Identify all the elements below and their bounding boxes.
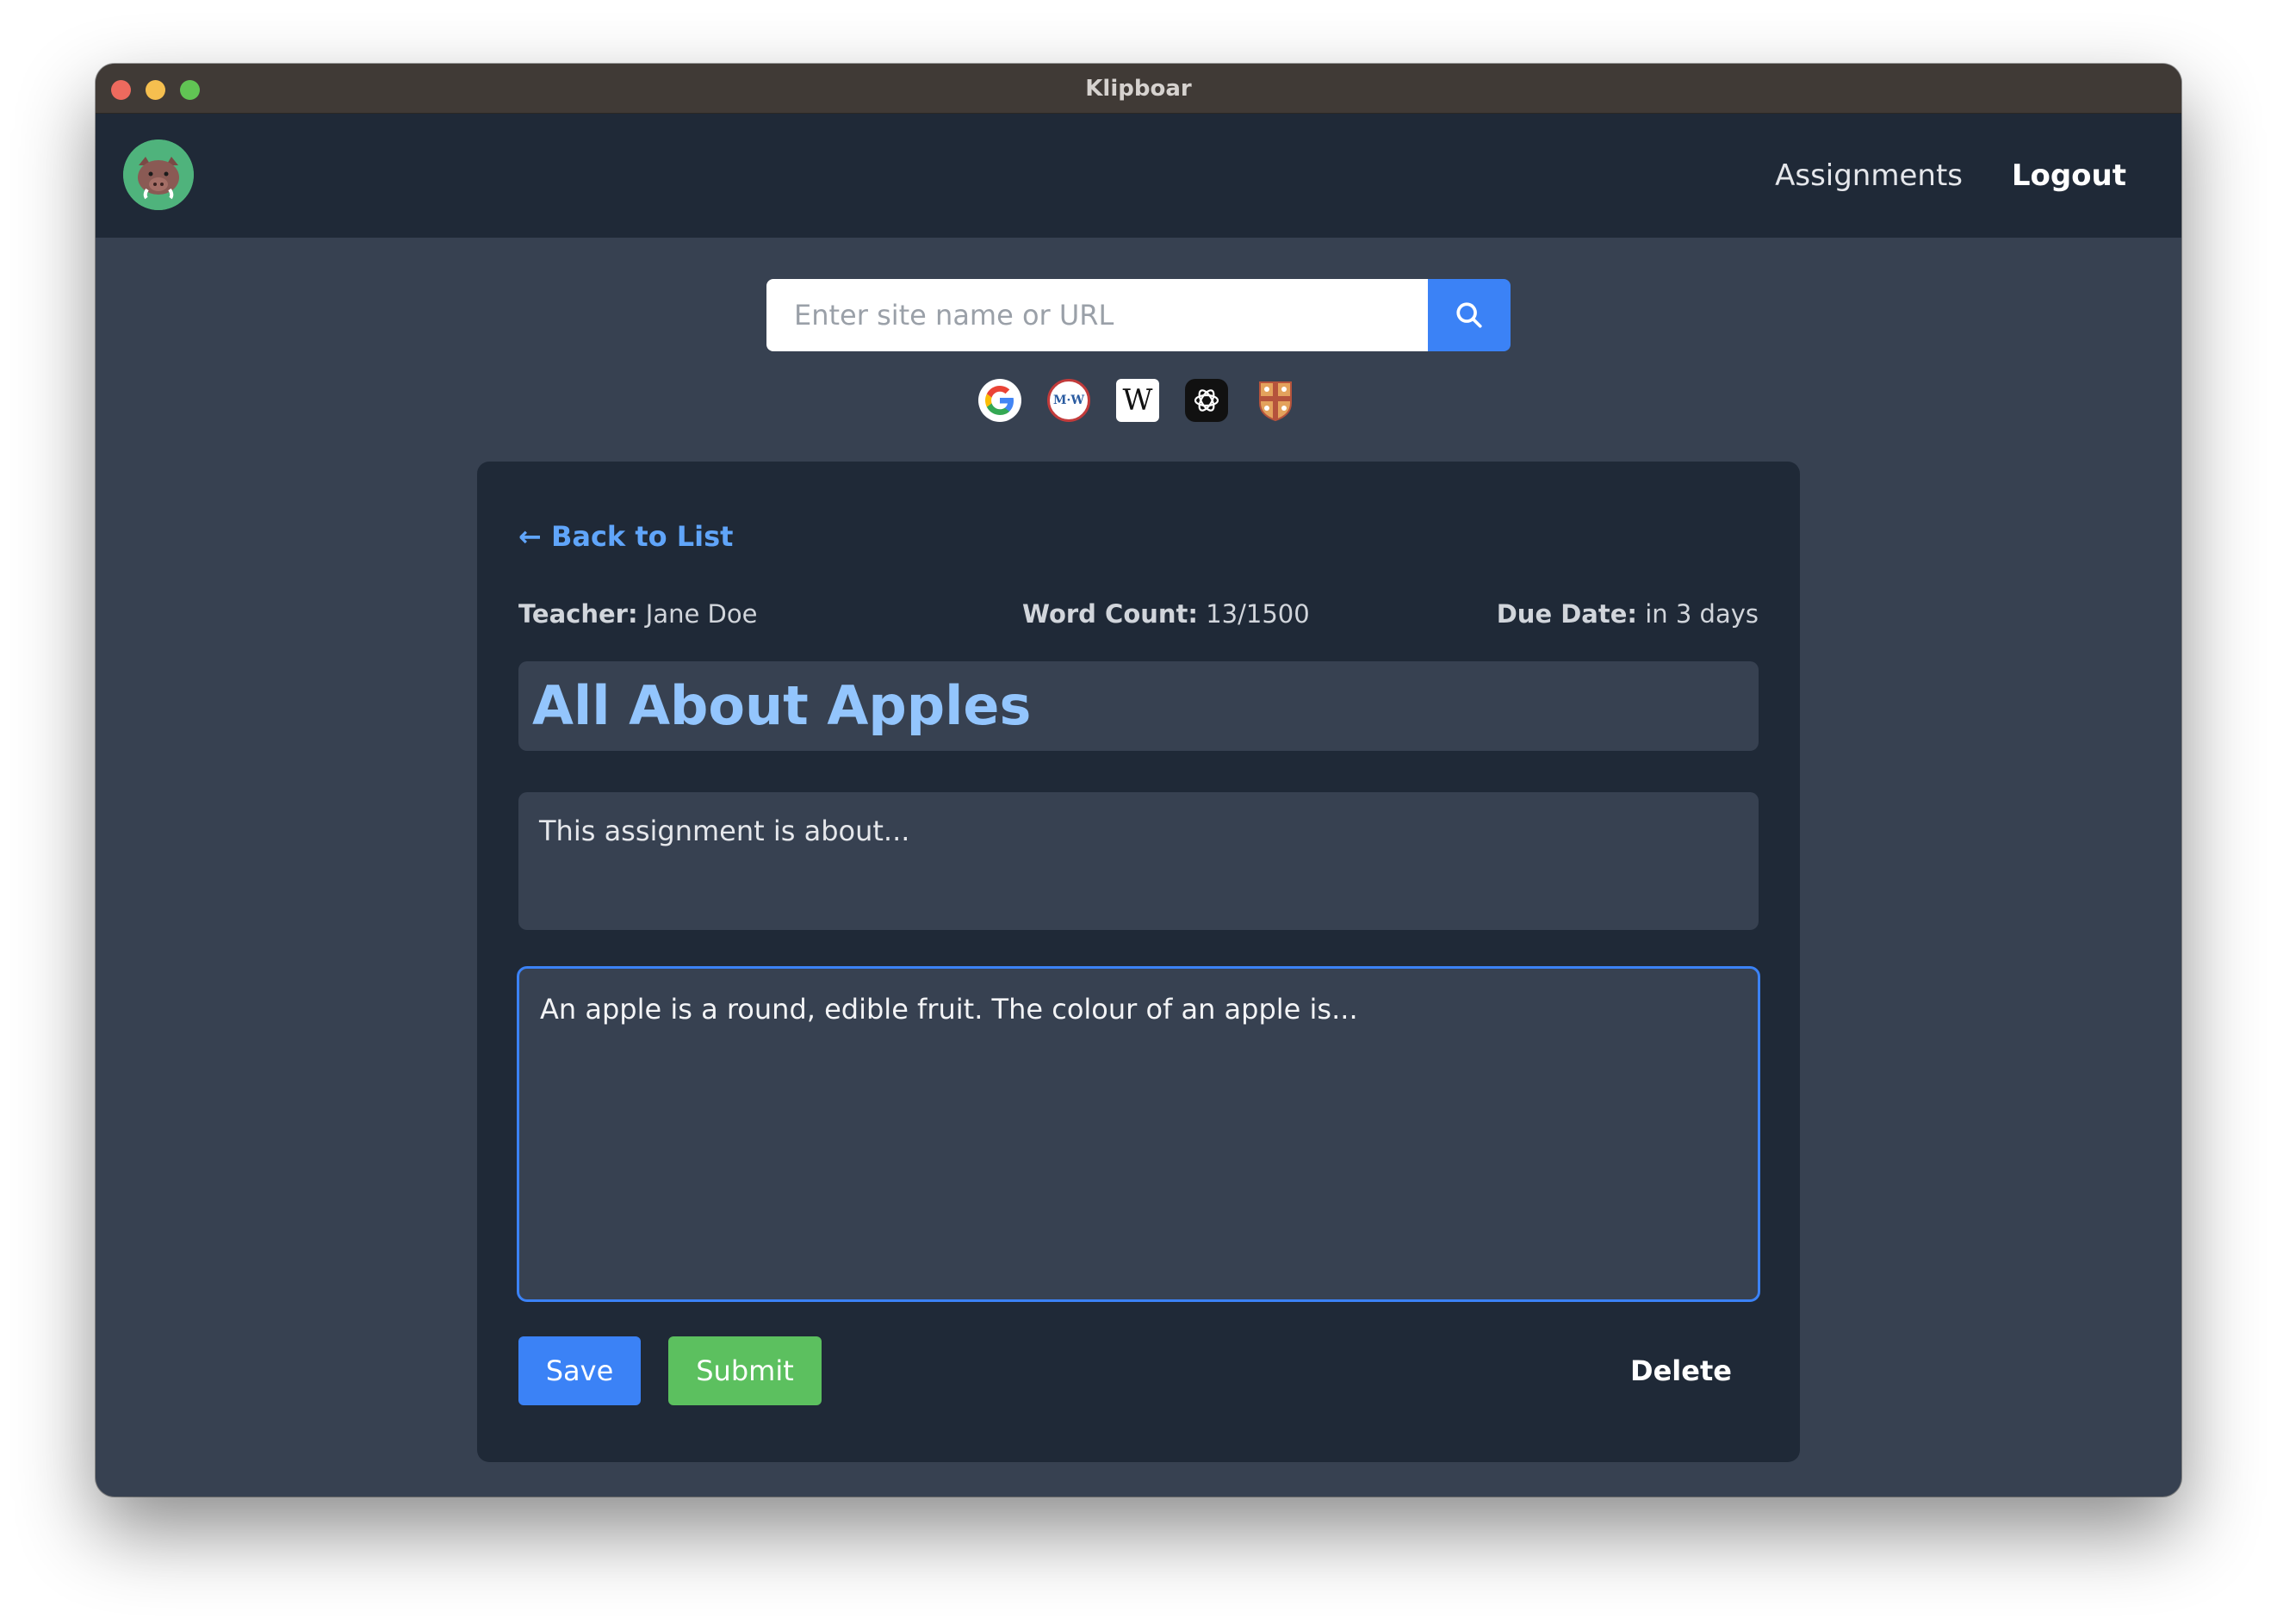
merriam-webster-label: M·W [1052, 394, 1085, 407]
wikipedia-label: W [1122, 383, 1153, 418]
due-date-info: Due Date: in 3 days [1497, 599, 1759, 629]
google-icon[interactable] [978, 379, 1021, 422]
assignment-title-field[interactable]: All About Apples [518, 661, 1759, 751]
site-search [766, 279, 1511, 351]
wikipedia-icon[interactable]: W [1116, 379, 1159, 422]
save-button[interactable]: Save [518, 1336, 641, 1405]
nav-assignments-link[interactable]: Assignments [1775, 114, 1963, 238]
delete-button[interactable]: Delete [1629, 1336, 1733, 1405]
teacher-info: Teacher: Jane Doe [518, 599, 757, 629]
due-date-value: in 3 days [1645, 599, 1759, 629]
window-title: Klipboar [1085, 76, 1192, 102]
assignment-card: ← Back to List Teacher: Jane Doe Word Co… [477, 462, 1800, 1462]
top-navbar: Assignments Logout [96, 114, 2181, 238]
search-icon [1456, 302, 1482, 328]
chatgpt-icon[interactable] [1185, 379, 1228, 422]
word-count-info: Word Count: 13/1500 [1022, 599, 1310, 629]
title-bar: Klipboar [96, 64, 2181, 114]
boar-logo-icon[interactable] [123, 139, 194, 210]
submit-button[interactable]: Submit [668, 1336, 822, 1405]
word-count-value: 13/1500 [1206, 599, 1310, 629]
assignment-body-editor[interactable]: An apple is a round, edible fruit. The c… [517, 966, 1760, 1302]
search-button[interactable] [1428, 279, 1511, 351]
university-crest-icon[interactable] [1254, 379, 1297, 422]
due-date-label: Due Date: [1496, 599, 1637, 629]
back-to-list-link[interactable]: ← Back to List [518, 520, 733, 553]
site-search-input[interactable] [766, 279, 1428, 351]
word-count-label: Word Count: [1022, 599, 1198, 629]
merriam-webster-icon[interactable]: M·W [1047, 379, 1090, 422]
teacher-label: Teacher: [518, 599, 638, 629]
app-window: Klipboar Assignments Logout Enter site n… [96, 64, 2181, 1497]
assignment-description-field[interactable]: This assignment is about... [518, 792, 1759, 930]
nav-logout-link[interactable]: Logout [2012, 114, 2126, 238]
teacher-value: Jane Doe [645, 599, 758, 629]
